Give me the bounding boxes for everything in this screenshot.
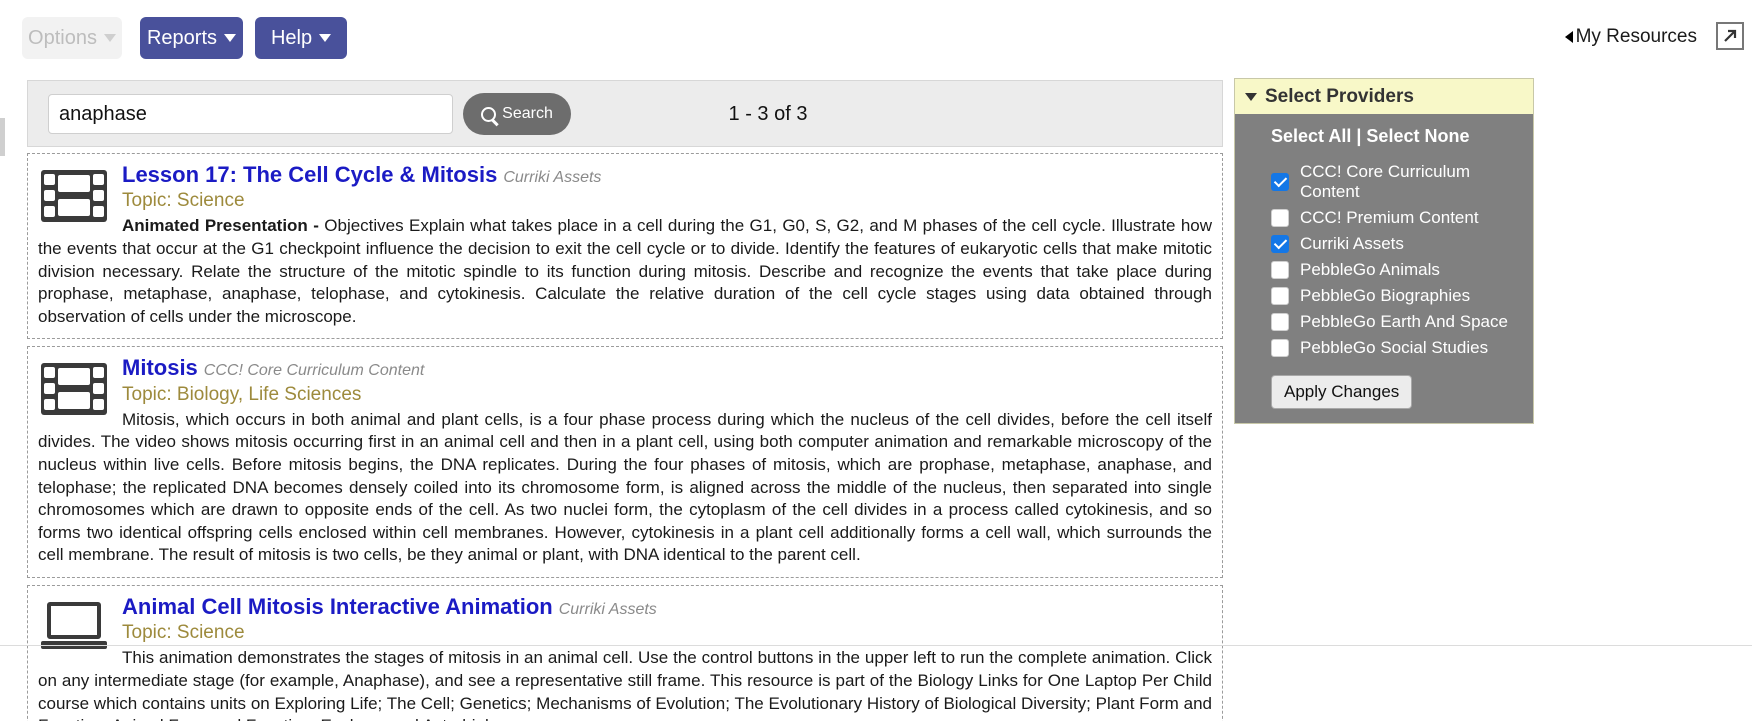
- checkbox-icon[interactable]: [1271, 173, 1289, 191]
- select-all-link[interactable]: Select All: [1271, 126, 1351, 146]
- top-toolbar: Options Reports Help My Resources: [0, 0, 1752, 70]
- checkbox-icon[interactable]: [1271, 313, 1289, 331]
- chevron-down-icon: [1245, 92, 1257, 101]
- help-button[interactable]: Help: [255, 17, 347, 59]
- select-providers-title: Select Providers: [1265, 85, 1414, 107]
- checkbox-icon[interactable]: [1271, 287, 1289, 305]
- result-description: Animated Presentation - Objectives Expla…: [38, 215, 1212, 328]
- result-item[interactable]: Lesson 17: The Cell Cycle & Mitosis Curri…: [27, 153, 1223, 340]
- chevron-down-icon: [103, 34, 116, 42]
- result-title-link[interactable]: Animal Cell Mitosis Interactive Animatio…: [122, 594, 553, 619]
- chevron-left-icon: [1564, 31, 1573, 43]
- result-provider: CCC! Core Curriculum Content: [203, 362, 425, 380]
- options-button[interactable]: Options: [22, 17, 122, 59]
- options-button-label: Options: [28, 26, 97, 49]
- provider-row-curriki-assets[interactable]: Curriki Assets: [1235, 231, 1533, 257]
- result-description: This animation demonstrates the stages o…: [38, 647, 1212, 721]
- checkbox-icon[interactable]: [1271, 339, 1289, 357]
- provider-row-pebblego-earth-space[interactable]: PebbleGo Earth And Space: [1235, 309, 1533, 335]
- apply-changes-button[interactable]: Apply Changes: [1271, 375, 1413, 409]
- result-title-line: Animal Cell Mitosis Interactive Animatio…: [122, 594, 1212, 620]
- laptop-icon: [41, 602, 107, 658]
- select-all-none-links: Select All | Select None: [1235, 126, 1533, 147]
- provider-row-ccc-premium[interactable]: CCC! Premium Content: [1235, 205, 1533, 231]
- provider-label: PebbleGo Social Studies: [1300, 338, 1489, 357]
- search-bar: Search 1 - 3 of 3: [27, 80, 1223, 147]
- reports-button[interactable]: Reports: [140, 17, 243, 59]
- page-root: Options Reports Help My Resources Search: [0, 0, 1752, 721]
- provider-label: CCC! Premium Content: [1300, 208, 1479, 227]
- result-item[interactable]: Mitosis CCC! Core Curriculum Content Topi…: [27, 346, 1223, 579]
- my-resources-label: My Resources: [1575, 26, 1697, 47]
- result-description-lead: Animated Presentation -: [122, 216, 325, 236]
- provider-label: CCC! Core Curriculum Content: [1300, 162, 1471, 201]
- left-edge-strip-mid: [0, 118, 5, 156]
- result-title-link[interactable]: Lesson 17: The Cell Cycle & Mitosis: [122, 162, 497, 187]
- result-count: 1 - 3 of 3: [728, 103, 808, 125]
- provider-label: Curriki Assets: [1300, 234, 1404, 253]
- results-list: Lesson 17: The Cell Cycle & Mitosis Curri…: [27, 153, 1223, 721]
- chevron-down-icon: [319, 34, 332, 42]
- result-provider: Curriki Assets: [503, 169, 602, 186]
- result-description: Mitosis, which occurs in both animal and…: [38, 409, 1212, 567]
- result-title-line: Mitosis CCC! Core Curriculum Content: [122, 355, 1212, 381]
- external-link-icon[interactable]: [1716, 22, 1744, 50]
- provider-label: PebbleGo Biographies: [1300, 286, 1471, 305]
- result-item[interactable]: Animal Cell Mitosis Interactive Animatio…: [27, 585, 1223, 721]
- result-topic: Topic: Science: [122, 622, 245, 644]
- result-title-link[interactable]: Mitosis: [122, 355, 198, 380]
- result-provider: Curriki Assets: [558, 601, 657, 619]
- provider-row-pebblego-animals[interactable]: PebbleGo Animals: [1235, 257, 1533, 283]
- my-resources-link[interactable]: My Resources: [1564, 26, 1697, 48]
- select-providers-header[interactable]: Select Providers: [1235, 79, 1533, 114]
- provider-label: PebbleGo Animals: [1300, 260, 1440, 279]
- checkbox-icon[interactable]: [1271, 261, 1289, 279]
- chevron-down-icon: [224, 34, 237, 42]
- help-button-label: Help: [270, 26, 313, 49]
- result-title-line: Lesson 17: The Cell Cycle & Mitosis Curri…: [122, 162, 1212, 188]
- film-icon: [41, 170, 107, 226]
- links-separator: |: [1351, 126, 1367, 146]
- select-none-link[interactable]: Select None: [1366, 126, 1469, 146]
- result-topic: Topic: Science: [122, 190, 245, 212]
- checkbox-icon[interactable]: [1271, 235, 1289, 253]
- search-icon: [481, 106, 497, 122]
- film-icon: [41, 363, 107, 419]
- select-providers-panel: Select Providers Select All | Select Non…: [1234, 78, 1534, 424]
- result-topic: Topic: Biology, Life Sciences: [122, 383, 362, 405]
- provider-label: PebbleGo Earth And Space: [1300, 312, 1508, 331]
- provider-row-pebblego-social-studies[interactable]: PebbleGo Social Studies: [1235, 335, 1533, 361]
- result-description-text: Mitosis, which occurs in both animal and…: [38, 409, 1212, 565]
- provider-row-ccc-core[interactable]: CCC! Core Curriculum Content: [1235, 159, 1533, 205]
- search-button[interactable]: Search: [463, 93, 571, 135]
- bottom-divider: [0, 645, 1752, 646]
- checkbox-icon[interactable]: [1271, 209, 1289, 227]
- reports-button-label: Reports: [146, 26, 218, 49]
- result-description-text: This animation demonstrates the stages o…: [38, 648, 1212, 721]
- provider-row-pebblego-biographies[interactable]: PebbleGo Biographies: [1235, 283, 1533, 309]
- search-button-label: Search: [502, 105, 553, 122]
- select-providers-body: Select All | Select None CCC! Core Curri…: [1235, 114, 1533, 423]
- search-input[interactable]: [48, 94, 453, 134]
